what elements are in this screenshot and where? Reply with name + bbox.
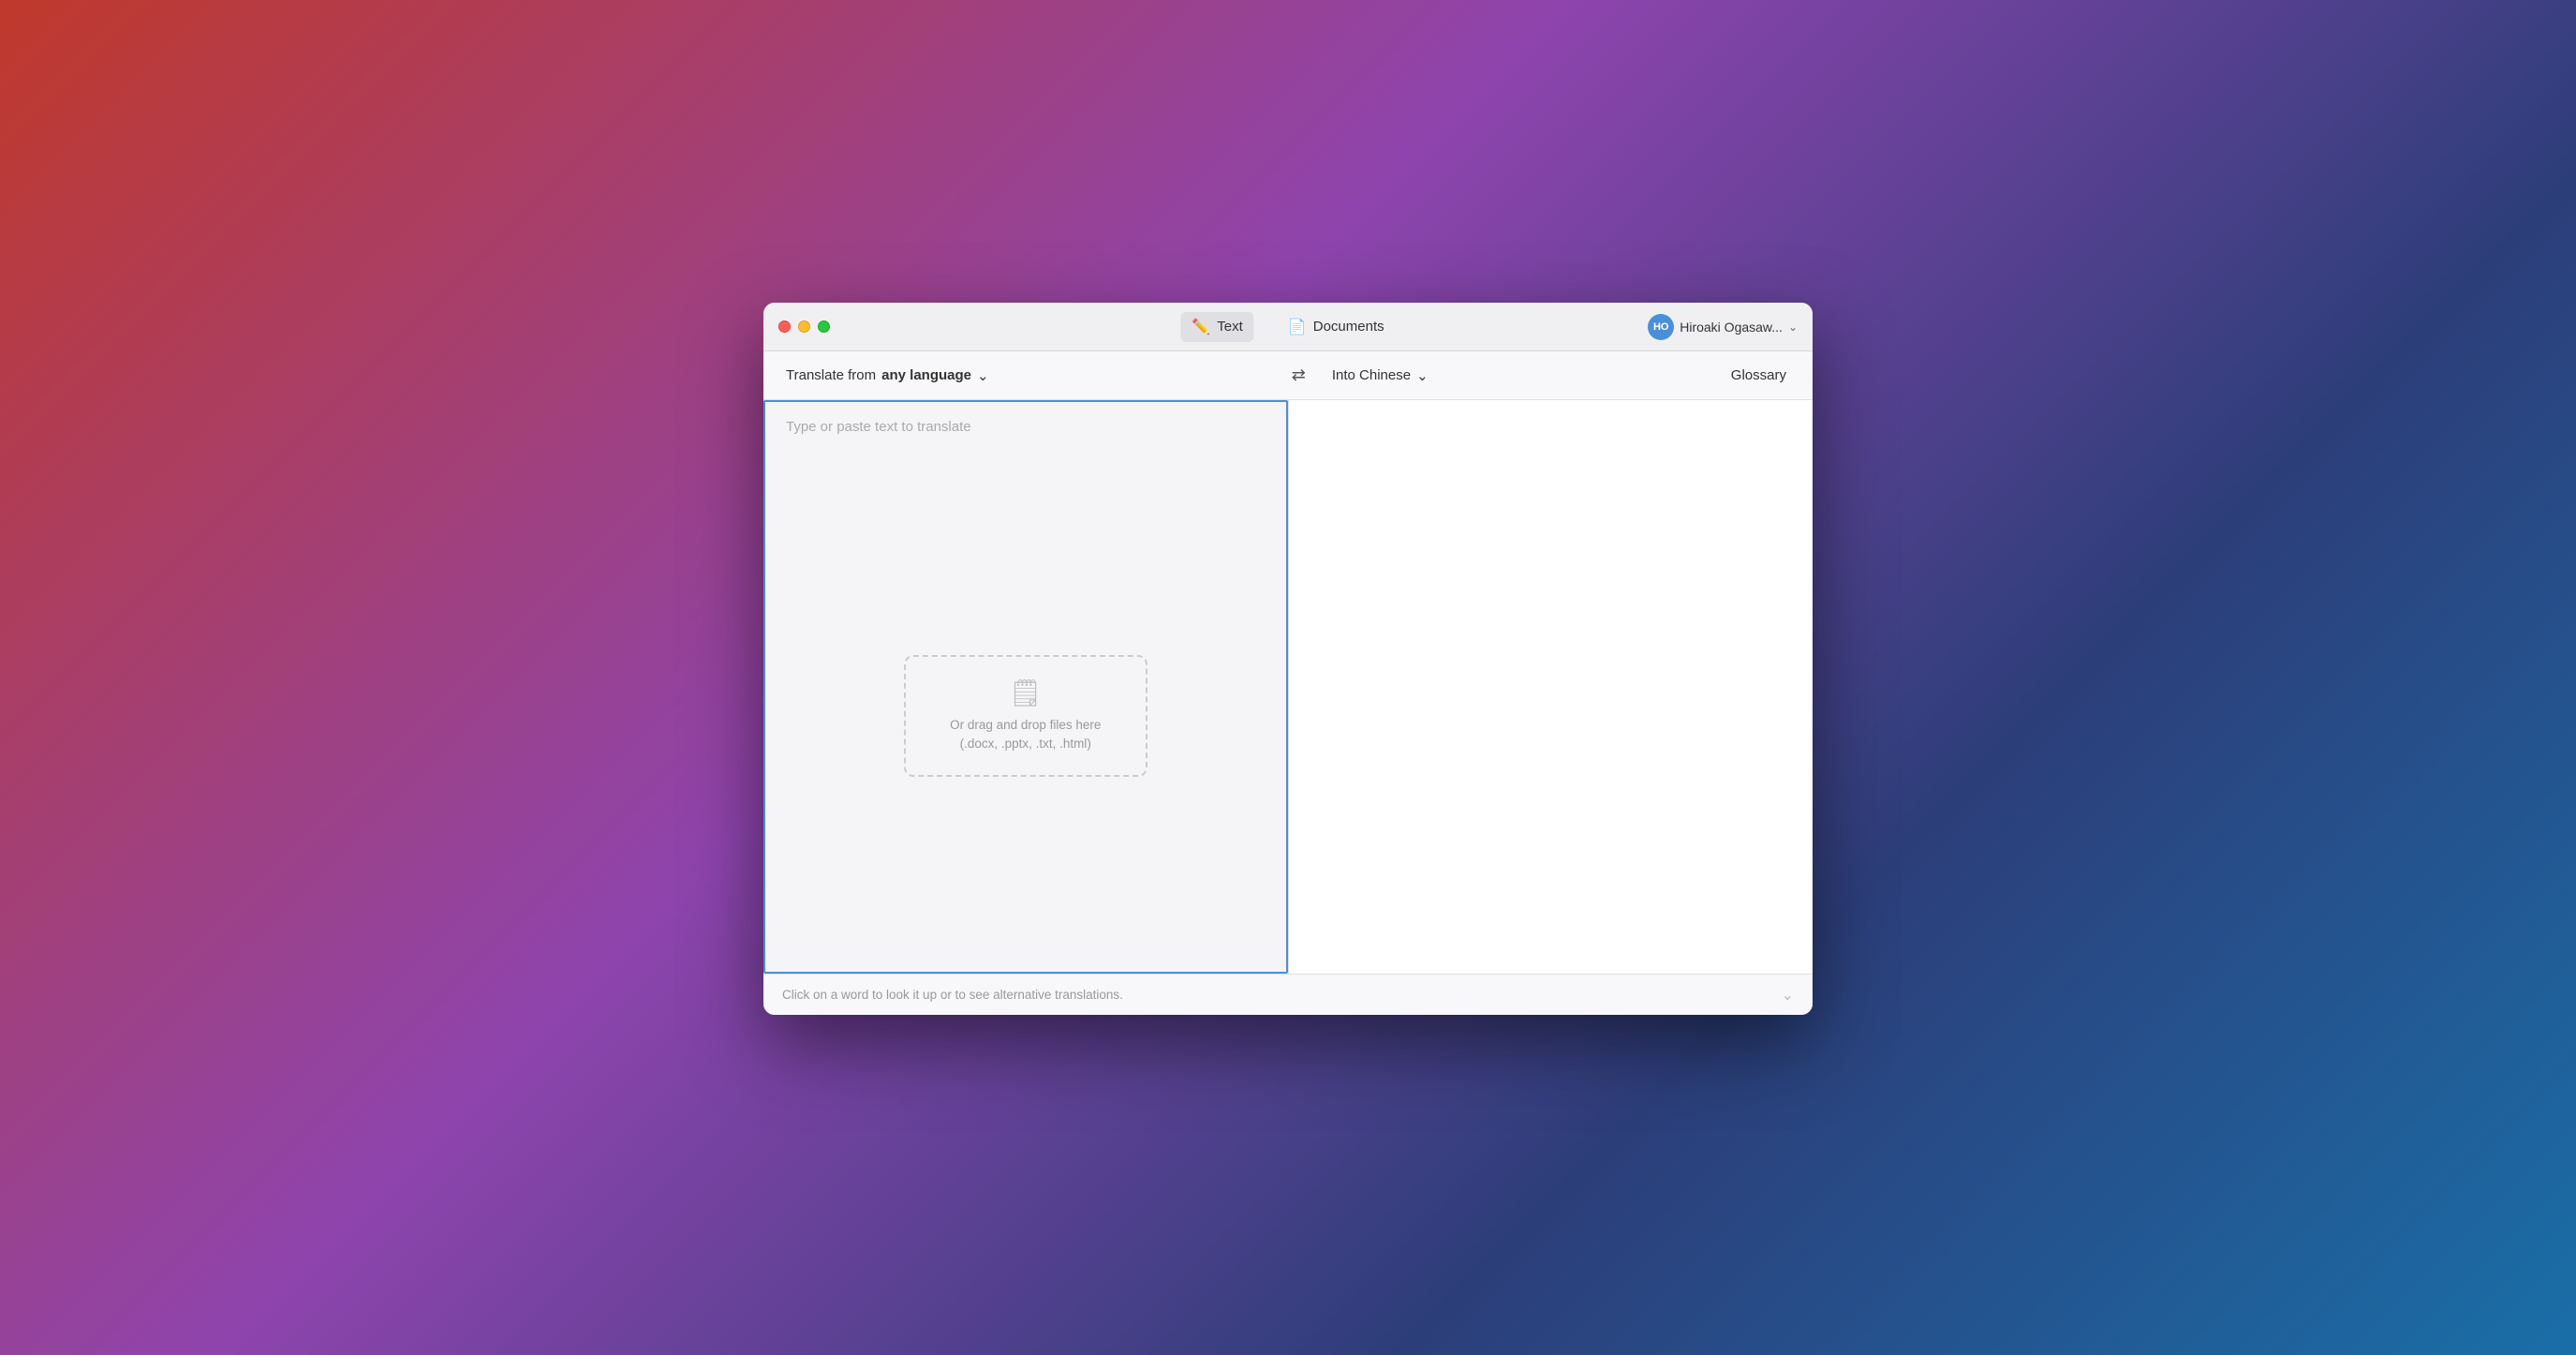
tab-group: ✏️ Text 📄 Documents [1180, 312, 1395, 342]
main-content: 🗒 Or drag and drop files here (.docx, .p… [763, 400, 1813, 974]
documents-tab-icon: 📄 [1288, 318, 1307, 336]
target-chevron-icon: ⌄ [1416, 367, 1429, 384]
minimize-button[interactable] [798, 320, 810, 333]
maximize-button[interactable] [818, 320, 830, 333]
left-panel: 🗒 Or drag and drop files here (.docx, .p… [763, 400, 1289, 974]
avatar: HO [1648, 314, 1674, 340]
swap-languages-button[interactable]: ⇄ [1284, 362, 1313, 389]
tab-documents[interactable]: 📄 Documents [1277, 312, 1396, 342]
tab-text[interactable]: ✏️ Text [1180, 312, 1253, 342]
source-text-input[interactable] [763, 400, 1288, 974]
target-language-button[interactable]: Into Chinese ⌄ [1328, 362, 1432, 390]
traffic-lights [778, 320, 830, 333]
close-button[interactable] [778, 320, 791, 333]
user-chevron-icon: ⌄ [1788, 320, 1798, 334]
status-text: Click on a word to look it up or to see … [782, 988, 1782, 1002]
tab-documents-label: Documents [1313, 319, 1384, 335]
status-bar: Click on a word to look it up or to see … [763, 974, 1813, 1015]
target-language-label: Into Chinese [1332, 367, 1411, 383]
user-section[interactable]: HO Hiroaki Ogasaw... ⌄ [1648, 314, 1798, 340]
user-name: Hiroaki Ogasaw... [1680, 320, 1783, 335]
tab-text-label: Text [1217, 319, 1243, 335]
status-chevron-icon[interactable]: ⌄ [1782, 986, 1794, 1005]
source-prefix: Translate from [786, 367, 876, 383]
source-language-name: any language [881, 367, 971, 383]
avatar-initials: HO [1653, 321, 1669, 333]
app-window: ✏️ Text 📄 Documents HO Hiroaki Ogasaw...… [763, 303, 1813, 1015]
toolbar: Translate from any language ⌄ ⇄ Into Chi… [763, 351, 1813, 400]
source-chevron-icon: ⌄ [977, 367, 989, 384]
title-bar: ✏️ Text 📄 Documents HO Hiroaki Ogasaw...… [763, 303, 1813, 351]
text-tab-icon: ✏️ [1192, 318, 1210, 336]
glossary-button[interactable]: Glossary [1724, 362, 1794, 389]
source-language-button[interactable]: Translate from any language ⌄ [782, 362, 993, 390]
right-panel [1289, 400, 1814, 974]
